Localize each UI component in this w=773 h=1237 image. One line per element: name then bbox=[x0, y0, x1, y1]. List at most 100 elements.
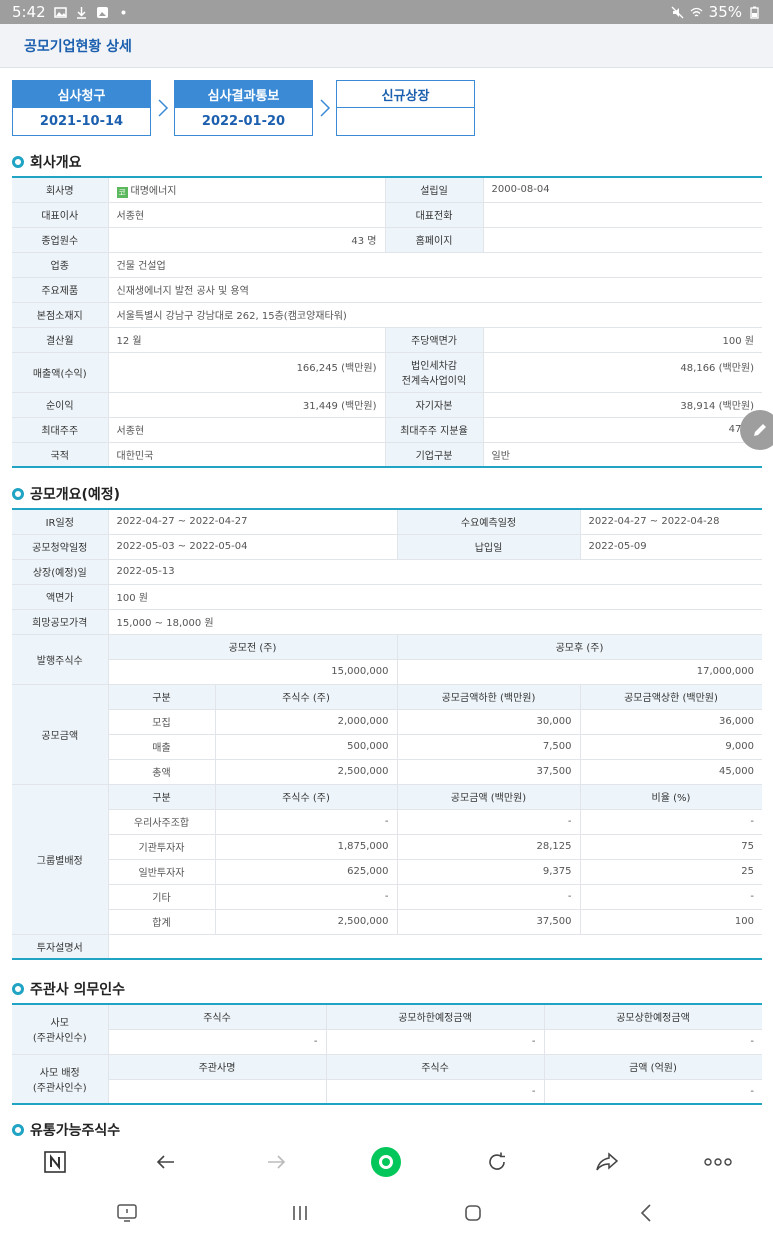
industry-value: 건물 건설업 bbox=[108, 252, 762, 278]
share-button[interactable] bbox=[589, 1144, 625, 1180]
pretax-label: 법인세차감 전계속사업이익 bbox=[385, 352, 484, 393]
after-label: 공모후 (주) bbox=[397, 634, 762, 660]
more-button[interactable] bbox=[700, 1144, 736, 1180]
amount-header: 주식수 (주) bbox=[215, 684, 398, 710]
table-row: 기타 - - - bbox=[12, 884, 762, 910]
section-float-shares: 유통가능주식수 bbox=[12, 1120, 120, 1136]
before-value: 15,000,000 bbox=[108, 659, 398, 685]
group-cell: 100 bbox=[580, 909, 762, 935]
chevron-right-icon bbox=[313, 98, 336, 118]
page-content[interactable]: 심사청구 2021-10-14 심사결과통보 2022-01-20 신규상장 회… bbox=[12, 68, 762, 1136]
recent-screen-button[interactable] bbox=[109, 1195, 145, 1231]
edit-fab-button[interactable] bbox=[740, 410, 773, 450]
table-row: 총액 2,500,000 37,500 45,000 bbox=[12, 759, 762, 785]
table-row: 투자설명서 bbox=[12, 934, 762, 960]
amount-header: 구분 bbox=[108, 684, 216, 710]
arrow-left-icon bbox=[156, 1155, 174, 1169]
group-cell: 37,500 bbox=[397, 909, 581, 935]
group-cell: 75 bbox=[580, 834, 762, 860]
underwriter-cell: - bbox=[544, 1029, 762, 1055]
table-row: 주요제품 신재생에너지 발전 공사 및 용역 bbox=[12, 277, 762, 303]
group-cell: 기관투자자 bbox=[108, 834, 216, 860]
step-label: 심사결과통보 bbox=[175, 81, 312, 108]
table-row: 사모 (주관사인수) 주식수 공모하한예정금액 공모상한예정금액 bbox=[12, 1004, 762, 1055]
employees-label: 종업원수 bbox=[12, 227, 109, 253]
pretax-label-line: 법인세차감 bbox=[411, 361, 457, 372]
payment-label: 납입일 bbox=[397, 534, 581, 560]
naver-home-button[interactable] bbox=[37, 1144, 73, 1180]
amount-cell: 모집 bbox=[108, 709, 216, 735]
system-back-button[interactable] bbox=[628, 1195, 664, 1231]
private-alloc-label: 사모 배정 (주관사인수) bbox=[12, 1054, 109, 1105]
table-row: 15,000,000 17,000,000 bbox=[12, 659, 762, 685]
refresh-button[interactable] bbox=[479, 1144, 515, 1180]
group-cell: 9,375 bbox=[397, 859, 581, 885]
table-row: 발행주식수 공모전 (주) 공모후 (주) bbox=[12, 634, 762, 685]
group-cell: - bbox=[580, 884, 762, 910]
mute-icon bbox=[671, 6, 684, 18]
private-alloc-label-line: (주관사인수) bbox=[32, 1082, 87, 1094]
company-name: 대명에너지 bbox=[130, 185, 177, 197]
revenue-label: 매출액(수익) bbox=[12, 352, 109, 393]
table-row: IR일정 2022-04-27 ~ 2022-04-27 수요예측일정 2022… bbox=[12, 509, 762, 535]
home-button[interactable] bbox=[455, 1195, 491, 1231]
forward-button[interactable] bbox=[258, 1144, 294, 1180]
prospectus-value[interactable] bbox=[108, 934, 762, 960]
back-button[interactable] bbox=[148, 1144, 184, 1180]
section-title: 공모개요(예정) bbox=[30, 487, 121, 503]
group-cell: 1,875,000 bbox=[215, 834, 398, 860]
table-row: 공모청약일정 2022-05-03 ~ 2022-05-04 납입일 2022-… bbox=[12, 534, 762, 560]
circle-bullet-icon bbox=[12, 1124, 24, 1136]
private-label: 사모 (주관사인수) bbox=[12, 1004, 109, 1055]
recents-icon bbox=[293, 1205, 307, 1220]
price-label: 희망공모가격 bbox=[12, 609, 109, 635]
table-row: 공모금액 구분 주식수 (주) 공모금액하한 (백만원) 공모금액상한 (백만원… bbox=[12, 684, 762, 785]
amount-cell: 45,000 bbox=[580, 759, 762, 785]
step-review-result: 심사결과통보 2022-01-20 bbox=[174, 80, 313, 136]
step-label: 심사청구 bbox=[13, 81, 150, 108]
table-row: 대표이사 서종현 대표전화 bbox=[12, 202, 762, 228]
company-name-cell: 코 대명에너지 bbox=[108, 177, 386, 203]
table-row: 희망공모가격 15,000 ~ 18,000 원 bbox=[12, 609, 762, 635]
group-header: 주식수 (주) bbox=[215, 784, 398, 810]
products-label: 주요제품 bbox=[12, 277, 109, 303]
underwriter-cell bbox=[108, 1079, 327, 1105]
underwriter-header: 금액 (억원) bbox=[544, 1054, 762, 1080]
group-label: 그룹별배정 bbox=[12, 784, 109, 935]
group-cell: 일반투자자 bbox=[108, 859, 216, 885]
green-dot-button[interactable] bbox=[368, 1144, 404, 1180]
before-label: 공모전 (주) bbox=[108, 634, 398, 660]
recents-button[interactable] bbox=[282, 1195, 318, 1231]
equity-label: 자기자본 bbox=[385, 392, 484, 418]
table-row: 국적 대한민국 기업구분 일반 bbox=[12, 442, 762, 468]
group-cell: 기타 bbox=[108, 884, 216, 910]
ir-value: 2022-04-27 ~ 2022-04-27 bbox=[108, 509, 398, 535]
battery-percent: 35% bbox=[708, 3, 742, 21]
underwriter-header: 주관사명 bbox=[108, 1054, 327, 1080]
underwriter-header: 공모상한예정금액 bbox=[544, 1004, 762, 1030]
underwriter-table: 사모 (주관사인수) 주식수 공모하한예정금액 공모상한예정금액 - - - 사모… bbox=[12, 1003, 762, 1105]
refresh-icon bbox=[489, 1152, 505, 1170]
naver-icon bbox=[44, 1151, 67, 1173]
ipo-par-value: 100 원 bbox=[108, 584, 762, 610]
underwriter-header: 주식수 bbox=[108, 1004, 327, 1030]
products-value: 신재생에너지 발전 공사 및 용역 bbox=[108, 277, 762, 303]
table-row: 종업원수 43 명 홈페이지 bbox=[12, 227, 762, 253]
status-time: 5:42 bbox=[12, 3, 46, 21]
prospectus-label: 투자설명서 bbox=[12, 934, 109, 960]
battery-icon bbox=[750, 6, 759, 19]
ir-label: IR일정 bbox=[12, 509, 109, 535]
category-label: 기업구분 bbox=[385, 442, 484, 468]
category-value: 일반 bbox=[483, 442, 762, 468]
step-review-request: 심사청구 2021-10-14 bbox=[12, 80, 151, 136]
table-row: 순이익 31,449 (백만원) 자기자본 38,914 (백만원) bbox=[12, 392, 762, 418]
screen-icon bbox=[116, 1203, 137, 1222]
table-row: 우리사주조합 - - - bbox=[12, 809, 762, 835]
ceo-label: 대표이사 bbox=[12, 202, 109, 228]
homepage-value[interactable] bbox=[483, 227, 762, 253]
circle-bullet-icon bbox=[12, 488, 24, 500]
founded-value: 2000-08-04 bbox=[483, 177, 762, 203]
kosdaq-badge-icon: 코 bbox=[116, 186, 128, 198]
listing-label: 상장(예정)일 bbox=[12, 559, 109, 585]
table-row: 사모 배정 (주관사인수) 주관사명 주식수 금액 (억원) bbox=[12, 1054, 762, 1105]
